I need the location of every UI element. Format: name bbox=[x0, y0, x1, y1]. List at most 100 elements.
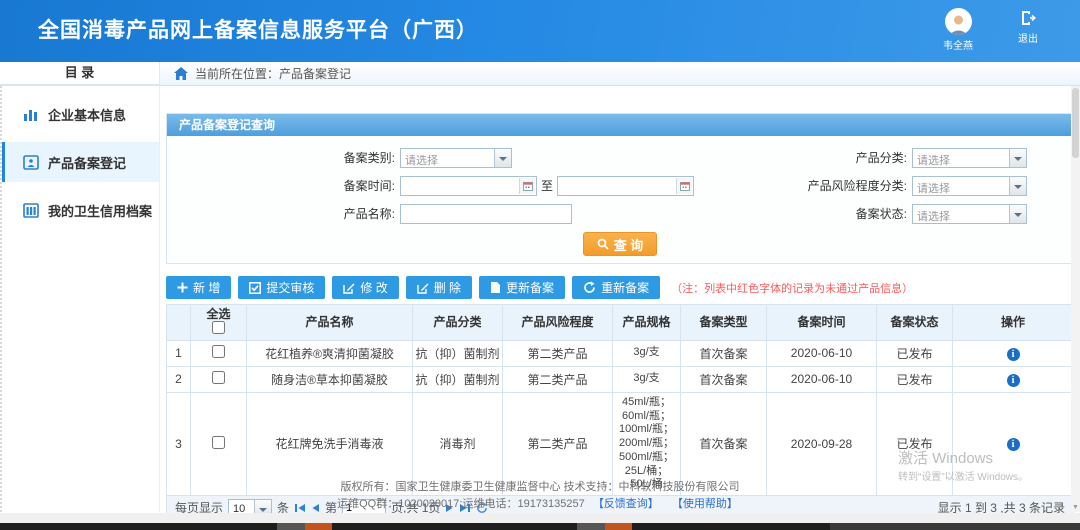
edit-button[interactable]: 修 改 bbox=[332, 276, 398, 299]
cell-product-name: 花红植养®爽清抑菌凝胶 bbox=[247, 340, 413, 366]
cell-category: 抗（抑）菌制剂 bbox=[413, 340, 503, 366]
product-name-label: 产品名称: bbox=[167, 205, 400, 222]
taskbar-strip bbox=[0, 523, 1080, 530]
help-link[interactable]: 【使用帮助】 bbox=[672, 498, 738, 510]
product-name-input[interactable] bbox=[400, 204, 572, 224]
cell-type: 首次备案 bbox=[681, 340, 767, 366]
id-card-icon bbox=[23, 155, 39, 170]
breadcrumb: 当前所在位置：产品备案登记 bbox=[160, 62, 1080, 86]
logout-label: 退出 bbox=[1006, 30, 1050, 45]
scrollbar-down-arrow[interactable]: ▼ bbox=[1072, 504, 1079, 511]
submit-review-button[interactable]: 提交审核 bbox=[238, 276, 325, 299]
home-icon bbox=[174, 67, 188, 80]
index-header bbox=[167, 305, 191, 341]
info-icon[interactable]: i bbox=[1007, 438, 1020, 451]
file-icon bbox=[490, 281, 501, 294]
subbar: 目 录 当前所在位置：产品备案登记 bbox=[0, 62, 1080, 86]
sidebar-item-label: 我的卫生信用档案 bbox=[48, 201, 152, 220]
row-index: 1 bbox=[167, 340, 191, 366]
sidebar-item-label: 企业基本信息 bbox=[48, 105, 126, 124]
logout-button[interactable]: 退出 bbox=[1006, 9, 1050, 45]
row-checkbox[interactable] bbox=[212, 371, 225, 384]
filing-table: 全选 产品名称 产品分类 产品风险程度 产品规格 备案类型 备案时间 备案状态 … bbox=[166, 304, 1074, 496]
user-name: 韦全燕 bbox=[928, 37, 988, 52]
filing-time-end-input[interactable] bbox=[557, 176, 694, 196]
cell-date: 2020-06-10 bbox=[767, 340, 877, 366]
sidebar: 企业基本信息 产品备案登记 我的卫生信用档案 bbox=[0, 86, 160, 512]
product-category-select[interactable]: 请选择 bbox=[912, 148, 1027, 168]
row-index: 2 bbox=[167, 366, 191, 392]
filing-category-select[interactable]: 请选择 bbox=[400, 148, 512, 168]
calendar-icon[interactable] bbox=[676, 178, 692, 194]
add-button[interactable]: 新 增 bbox=[166, 276, 231, 299]
chevron-down-icon bbox=[1009, 177, 1026, 195]
sidebar-title: 目 录 bbox=[0, 62, 160, 86]
refile-button[interactable]: 重新备案 bbox=[572, 276, 660, 299]
list-note: （注：列表中红色字体的记录为未通过产品信息） bbox=[671, 280, 913, 296]
risk-level-label: 产品风险程度分类: bbox=[712, 177, 912, 194]
cell-risk: 第二类产品 bbox=[503, 366, 613, 392]
risk-level-select[interactable]: 请选择 bbox=[912, 176, 1027, 196]
col-actions: 操作 bbox=[953, 305, 1074, 341]
cell-type: 首次备案 bbox=[681, 366, 767, 392]
cell-product-name: 随身洁®草本抑菌凝胶 bbox=[247, 366, 413, 392]
filing-time-start-input[interactable] bbox=[400, 176, 537, 196]
info-icon[interactable]: i bbox=[1007, 374, 1020, 387]
bottom-band bbox=[0, 513, 1080, 523]
col-filing-type: 备案类型 bbox=[681, 305, 767, 341]
bar-chart-icon bbox=[23, 107, 39, 122]
calendar-icon[interactable] bbox=[519, 178, 535, 194]
col-product-category: 产品分类 bbox=[413, 305, 503, 341]
sidebar-item-company-info[interactable]: 企业基本信息 bbox=[2, 94, 159, 134]
delete-button[interactable]: 删 除 bbox=[406, 276, 472, 299]
user-menu[interactable]: 韦全燕 bbox=[928, 8, 988, 52]
update-filing-button[interactable]: 更新备案 bbox=[479, 276, 565, 299]
taskbar-segment bbox=[277, 523, 305, 530]
toolbar: 新 增 提交审核 修 改 删 除 更新备案 bbox=[166, 276, 1074, 299]
support-line: 运维QQ群：1020020017;运维电话：19173135257 bbox=[337, 498, 585, 510]
plus-icon bbox=[177, 282, 188, 293]
content: 产品备案登记查询 备案类别: 请选择 产品分类: 请选择 bbox=[160, 86, 1080, 512]
taskbar-segment bbox=[305, 523, 332, 530]
cell-status: 已发布 bbox=[877, 366, 953, 392]
cell-category: 抗（抑）菌制剂 bbox=[413, 366, 503, 392]
feedback-link[interactable]: 【反馈查询】 bbox=[593, 498, 659, 510]
vertical-scrollbar[interactable]: ▼ bbox=[1071, 86, 1080, 512]
edit-icon bbox=[343, 282, 355, 294]
chevron-down-icon bbox=[1009, 205, 1026, 223]
cell-date: 2020-06-10 bbox=[767, 366, 877, 392]
page: 全国消毒产品网上备案信息服务平台（广西） 韦全燕 退出 目 录 当前 bbox=[0, 0, 1080, 530]
row-checkbox[interactable] bbox=[212, 436, 225, 449]
app-title: 全国消毒产品网上备案信息服务平台（广西） bbox=[38, 14, 478, 44]
table-row: 1 花红植养®爽清抑菌凝胶 抗（抑）菌制剂 第二类产品 3g/支 首次备案 20… bbox=[167, 340, 1074, 366]
taskbar-segment bbox=[577, 523, 605, 530]
logout-icon bbox=[1019, 9, 1037, 27]
sidebar-item-label: 产品备案登记 bbox=[48, 153, 126, 172]
query-button[interactable]: 查 询 bbox=[583, 232, 658, 256]
filing-time-label: 备案时间: bbox=[167, 177, 400, 194]
taskbar-segment bbox=[830, 523, 1080, 530]
filing-status-select[interactable]: 请选择 bbox=[912, 204, 1027, 224]
cell-risk: 第二类产品 bbox=[503, 340, 613, 366]
avatar bbox=[945, 8, 972, 35]
search-panel: 产品备案登记查询 备案类别: 请选择 产品分类: 请选择 bbox=[166, 113, 1074, 264]
scrollbar-thumb[interactable] bbox=[1072, 88, 1079, 158]
select-all-checkbox[interactable] bbox=[212, 321, 225, 334]
select-all-header: 全选 bbox=[191, 305, 247, 341]
app-header: 全国消毒产品网上备案信息服务平台（广西） 韦全燕 退出 bbox=[0, 0, 1080, 62]
taskbar-segment bbox=[605, 523, 632, 530]
info-icon[interactable]: i bbox=[1007, 348, 1020, 361]
sidebar-item-credit-archive[interactable]: 我的卫生信用档案 bbox=[2, 190, 159, 230]
person-icon bbox=[948, 13, 969, 35]
filing-category-label: 备案类别: bbox=[167, 149, 400, 166]
col-spec: 产品规格 bbox=[613, 305, 681, 341]
col-filing-status: 备案状态 bbox=[877, 305, 953, 341]
refresh-icon bbox=[583, 281, 596, 294]
sidebar-item-product-filing[interactable]: 产品备案登记 bbox=[2, 142, 159, 182]
row-checkbox[interactable] bbox=[212, 345, 225, 358]
product-category-label: 产品分类: bbox=[712, 149, 912, 166]
cell-spec: 3g/支 bbox=[613, 366, 681, 392]
filing-status-label: 备案状态: bbox=[712, 205, 912, 222]
footer: 版权所有：国家卫生健康委卫生健康监督中心 技术支持：中科软科技股份有限公司 运维… bbox=[0, 479, 1080, 513]
archive-icon bbox=[23, 203, 39, 218]
